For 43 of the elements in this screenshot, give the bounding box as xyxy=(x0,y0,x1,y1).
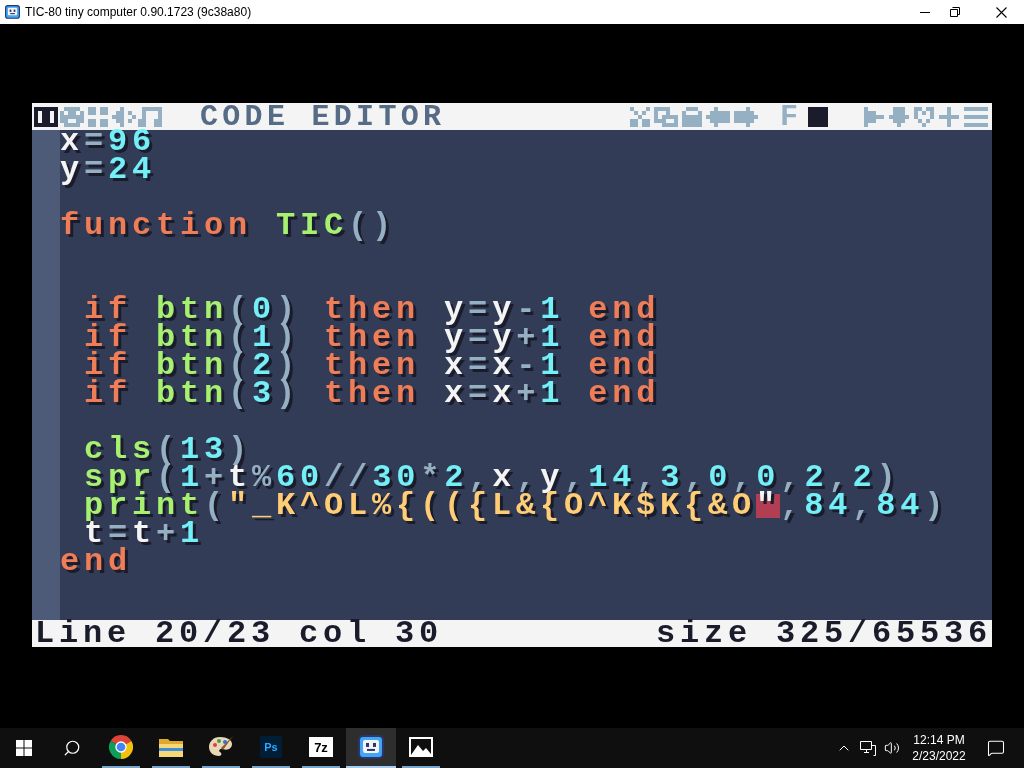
cursor-position: Line 20/23 col 30 xyxy=(35,621,444,646)
code-line: x=96 xyxy=(60,130,157,154)
play-icon[interactable] xyxy=(864,106,884,127)
taskbar-app[interactable] xyxy=(346,728,396,768)
window-title: TIC-80 tiny computer 0.90.1723 (9c38a80) xyxy=(25,6,252,18)
toolbar-toggle[interactable] xyxy=(808,104,828,129)
down-arrow-icon[interactable] xyxy=(889,106,909,127)
tricolor-ball-icon xyxy=(109,735,133,759)
robot-face-icon xyxy=(60,106,84,127)
taskbar-app[interactable]: 7z xyxy=(296,728,346,768)
screen-face-icon xyxy=(358,735,384,759)
editor-title: CODE EDITOR xyxy=(200,104,446,129)
clipboard-icon[interactable] xyxy=(682,106,702,127)
palette-icon xyxy=(208,735,234,759)
monitor-icon xyxy=(860,740,876,756)
grid-icon xyxy=(88,106,108,127)
close-icon xyxy=(995,6,1007,18)
taskbar-app[interactable]: Ps xyxy=(246,728,296,768)
minimize-icon xyxy=(920,11,930,13)
mountain-picture-icon xyxy=(409,737,433,757)
code-line: t=t+1 xyxy=(84,522,205,546)
plus-icon[interactable] xyxy=(939,106,959,127)
ps-app-icon: Ps xyxy=(260,736,282,758)
7z-app-icon: 7z xyxy=(309,737,333,757)
editor-tab[interactable] xyxy=(33,104,59,129)
app-icon xyxy=(5,5,20,19)
restore-icon xyxy=(950,7,960,17)
four-panes-icon xyxy=(16,740,32,756)
taskbar-clock[interactable]: 12:14 PM 2/23/2022 xyxy=(904,728,974,768)
copy-icon[interactable] xyxy=(654,106,678,127)
menu-icon[interactable] xyxy=(964,106,988,127)
folder-icon xyxy=(159,737,183,757)
two-bars-icon xyxy=(34,106,58,127)
speech-bubble-icon xyxy=(987,739,1005,757)
search-icon xyxy=(63,739,81,757)
left-arrow-icon[interactable] xyxy=(706,106,730,127)
heart-icon[interactable] xyxy=(914,106,934,127)
speaker-icon xyxy=(112,106,136,127)
music-note-icon xyxy=(138,106,162,127)
volume-icon xyxy=(884,740,900,756)
scissors-icon[interactable] xyxy=(630,106,650,127)
right-arrow-icon[interactable] xyxy=(734,106,758,127)
file-size: size 325/65536 xyxy=(655,621,992,646)
